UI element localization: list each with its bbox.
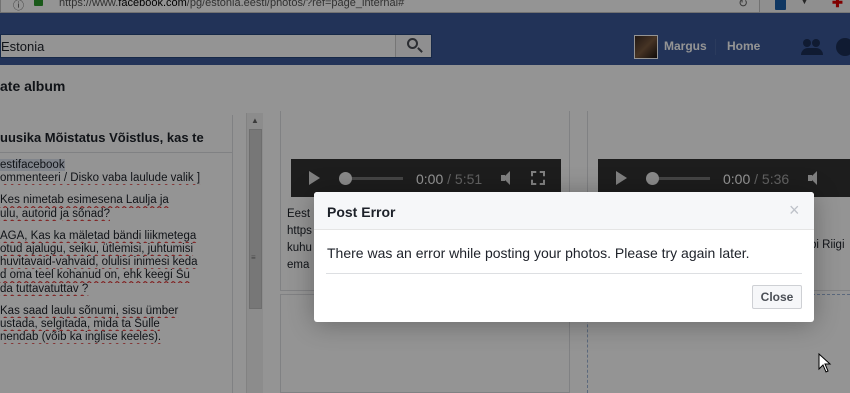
close-icon[interactable]: × [789,201,800,219]
dialog-title: Post Error [327,204,396,220]
divider [326,273,802,274]
error-dialog: Post Error × There was an error while po… [314,192,814,322]
dialog-header: Post Error × [314,192,814,230]
dialog-message: There was an error while posting your ph… [327,245,750,261]
close-button[interactable]: Close [752,285,802,309]
